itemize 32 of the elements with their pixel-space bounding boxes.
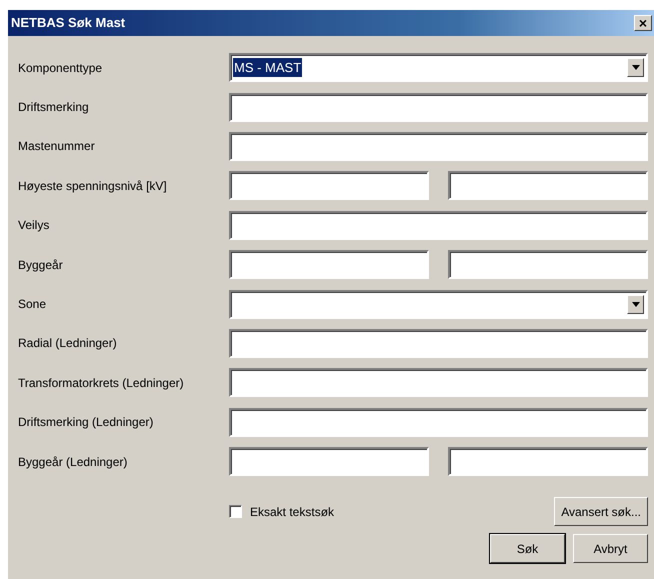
field-label: Transformatorkrets (Ledninger) (18, 374, 185, 392)
input-field[interactable] (448, 171, 648, 200)
field-label: Byggeår (Ledninger) (18, 454, 128, 471)
input-field[interactable] (229, 447, 429, 476)
field-label: Byggeår (18, 256, 64, 274)
input-field[interactable] (229, 250, 429, 280)
dropdown-field[interactable] (229, 290, 648, 319)
field-label: Driftsmerking (18, 99, 90, 116)
input-field[interactable] (229, 328, 648, 358)
checkbox[interactable] (229, 505, 242, 518)
input-field[interactable] (229, 132, 648, 161)
field-label: Driftsmerking (Ledninger) (18, 414, 154, 432)
close-button[interactable]: × (634, 15, 652, 31)
field-label: Radial (Ledninger) (18, 335, 118, 352)
input-field[interactable] (448, 250, 648, 280)
field-label: Høyeste spenningsnivå [kV] (18, 178, 168, 195)
advanced-search-button[interactable]: Avansert søk... (554, 497, 648, 526)
field-label: Sone (18, 296, 48, 314)
dropdown-field[interactable]: MS - MAST (229, 53, 648, 82)
dialog-button[interactable]: Søk (490, 534, 565, 564)
dialog-button[interactable]: Avbryt (573, 534, 648, 564)
field-label: Komponenttype (18, 60, 104, 77)
input-field[interactable] (229, 92, 648, 122)
input-field[interactable] (229, 171, 429, 200)
input-field[interactable] (229, 368, 648, 398)
field-label: Mastenummer (18, 138, 96, 156)
input-field[interactable] (229, 210, 648, 240)
checkbox-label[interactable]: Eksakt tekstsøk (250, 502, 334, 521)
input-field[interactable] (448, 447, 648, 476)
field-label: Veilys (18, 217, 50, 234)
input-field[interactable] (229, 408, 648, 437)
window-title: NETBAS Søk Mast (11, 14, 126, 32)
